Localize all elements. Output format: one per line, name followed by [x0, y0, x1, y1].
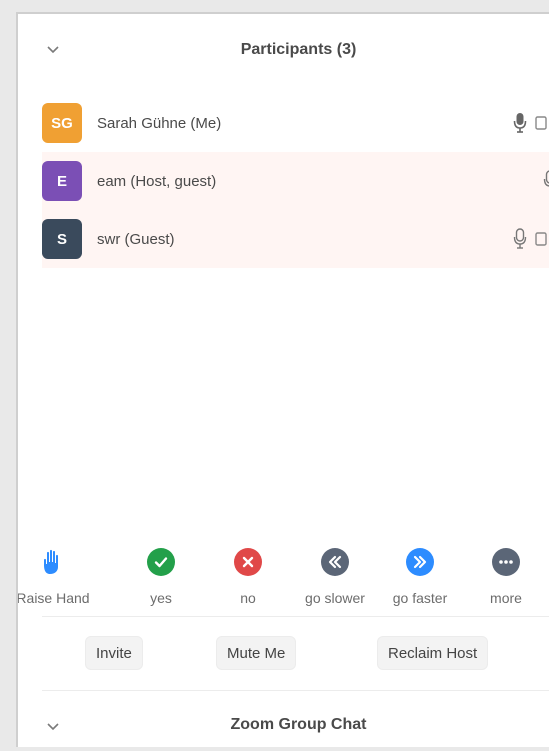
reaction-go-slower[interactable]: go slower: [290, 548, 380, 606]
participant-name: Sarah Gühne (Me): [97, 114, 222, 132]
avatar: E: [42, 161, 82, 201]
microphone-icon[interactable]: [543, 170, 549, 192]
avatar: SG: [42, 103, 82, 143]
reclaim-host-button[interactable]: Reclaim Host: [377, 636, 489, 670]
participant-row[interactable]: SG Sarah Gühne (Me): [42, 94, 549, 152]
raise-hand-icon: [39, 548, 67, 576]
chat-header: Zoom Group Chat: [18, 708, 549, 742]
participants-list: SG Sarah Gühne (Me) E eam (Host, guest): [42, 94, 549, 268]
reaction-no[interactable]: no: [203, 548, 293, 606]
avatar: S: [42, 219, 82, 259]
mute-me-button[interactable]: Mute Me: [216, 636, 297, 670]
rewind-icon: [321, 548, 349, 576]
participant-name: swr (Guest): [97, 230, 175, 248]
participants-panel: Participants (3) SG Sarah Gühne (Me) E e…: [16, 12, 549, 747]
fast-forward-icon: [406, 548, 434, 576]
divider: [42, 616, 549, 617]
participant-row[interactable]: E eam (Host, guest): [42, 152, 549, 210]
chat-title: Zoom Group Chat: [230, 716, 367, 733]
reaction-raise-hand[interactable]: Raise Hand: [16, 548, 98, 606]
reaction-label: yes: [150, 590, 172, 606]
reaction-go-faster[interactable]: go faster: [375, 548, 465, 606]
reaction-label: more: [490, 590, 522, 606]
participant-row[interactable]: S swr (Guest): [42, 210, 549, 268]
divider: [42, 690, 549, 691]
invite-button[interactable]: Invite: [85, 636, 143, 670]
more-icon: [492, 548, 520, 576]
reaction-yes[interactable]: yes: [116, 548, 206, 606]
reaction-more[interactable]: more: [461, 548, 549, 606]
reaction-label: Raise Hand: [16, 590, 90, 606]
nonverbal-feedback-bar: Raise Hand yes no go slower go faster mo…: [18, 548, 549, 618]
participant-name: eam (Host, guest): [97, 172, 217, 190]
reaction-label: go slower: [305, 590, 365, 606]
check-icon: [147, 548, 175, 576]
microphone-icon[interactable]: [513, 228, 527, 250]
participants-header: Participants (3): [18, 34, 549, 66]
reaction-label: go faster: [392, 590, 448, 606]
reaction-label: no: [240, 590, 256, 606]
video-icon[interactable]: [535, 116, 547, 130]
video-icon[interactable]: [535, 232, 547, 246]
participant-actions: Invite Mute Me Reclaim Host: [18, 636, 549, 672]
participants-title: Participants (3): [240, 41, 357, 58]
close-icon: [234, 548, 262, 576]
microphone-icon[interactable]: [513, 112, 527, 134]
